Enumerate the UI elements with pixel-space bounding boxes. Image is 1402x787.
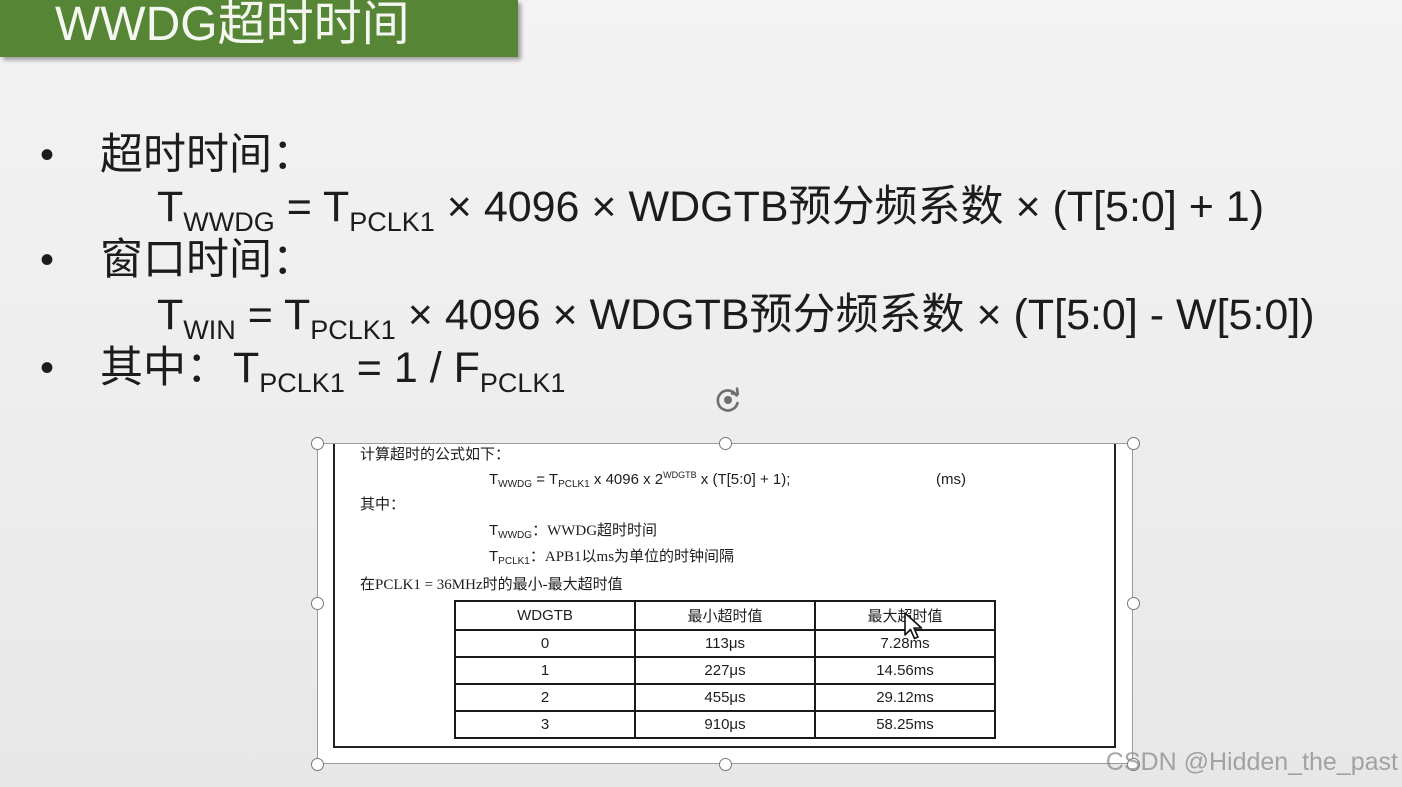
window-formula[interactable]: TWIN = TPCLK1 × 4096 × WDGTB预分频系数 × (T[5… [157,289,1315,345]
slide-title[interactable]: WWDG超时时间 [55,0,410,51]
formula-text: × 4096 × WDGTB预分频系数 × (T[5:0] - W[5:0]) [395,291,1315,339]
formula-text: = T [274,183,350,231]
formula-subscript: WIN [183,315,236,345]
resize-handle-top-center[interactable] [718,436,732,450]
timeout-formula[interactable]: TWWDG = TPCLK1 × 4096 × WDGTB预分频系数 × (T[… [157,181,1265,237]
slide-title-bar: WWDG超时时间 [0,0,518,57]
formula-symbol: T [233,344,260,392]
resize-handle-middle-left[interactable] [310,596,324,610]
bullet-marker: • [40,133,55,177]
formula-subscript: PCLK1 [259,368,345,398]
formula-subscript: PCLK1 [310,315,396,345]
where-line[interactable]: 其中：TPCLK1 = 1 / FPCLK1 [100,342,565,398]
formula-text: = T [235,291,311,339]
window-label[interactable]: 窗口时间： [100,234,315,286]
formula-subscript: WWDG [183,207,275,237]
watermark: CSDN @Hidden_the_past [1105,748,1398,776]
formula-symbol: T [157,183,184,231]
resize-handle-bottom-center[interactable] [718,757,732,771]
arrow-cursor-icon [904,612,923,640]
rotate-icon[interactable] [712,384,744,416]
formula-text: = 1 / F [344,344,480,392]
resize-handle-top-right[interactable] [1126,436,1140,450]
bullet-marker: • [40,238,55,282]
where-label: 其中： [100,344,229,392]
selection-frame [317,443,1133,764]
resize-handle-middle-right[interactable] [1126,596,1140,610]
bullet-marker: • [40,346,55,390]
timeout-label[interactable]: 超时时间： [100,129,315,181]
resize-handle-bottom-left[interactable] [310,757,324,771]
formula-symbol: T [157,291,184,339]
formula-text: × 4096 × WDGTB预分频系数 × (T[5:0] + 1) [434,183,1265,231]
resize-handle-top-left[interactable] [310,436,324,450]
formula-subscript: PCLK1 [479,368,566,398]
formula-subscript: PCLK1 [349,207,435,237]
